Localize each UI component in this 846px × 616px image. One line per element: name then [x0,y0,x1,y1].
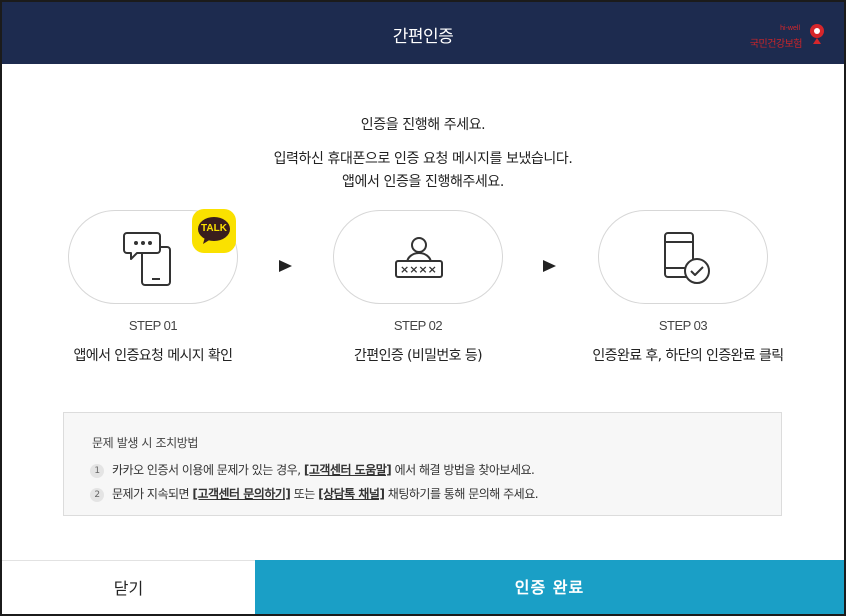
intro-line-3: 앱에서 인증을 진행해주세요. [342,174,504,190]
item-2-middle: 또는 [290,487,319,501]
user-password-icon: ×××× [395,237,443,278]
talk-label: TALK [201,223,227,234]
intro-line-1: 인증을 진행해 주세요. [360,117,486,133]
item-number-badge: 2 [90,488,104,502]
contact-center-link[interactable]: [고객센터 문의하기] [192,487,290,501]
close-button[interactable]: 닫기 [2,560,255,614]
step-1-number: STEP 01 [128,318,178,333]
step-2-number: STEP 02 [393,318,443,333]
logo-subtext: hi-well [780,25,800,32]
item-2-suffix: 채팅하기를 통해 문의해 주세요. [384,487,539,501]
phone-check-icon [664,232,710,284]
troubleshoot-item-1: 1 카카오 인증서 이용에 문제가 있는 경우, [고객센터 도움말] 에서 해결… [90,461,535,478]
chat-channel-link[interactable]: [상담톡 채널] [318,487,385,501]
troubleshoot-title: 문제 발생 시 조치방법 [92,436,199,450]
help-center-link[interactable]: [고객센터 도움말] [304,463,392,477]
step-3-number: STEP 03 [658,318,708,333]
auth-dialog: 간편인증 hi-well 국민건강보험 인증을 진행해 주세요. 입력하신 휴대… [0,0,846,616]
item-2-prefix: 문제가 지속되면 [112,487,193,501]
svg-text:××××: ×××× [400,263,437,276]
item-1-prefix: 카카오 인증서 이용에 문제가 있는 경우, [112,463,304,477]
complete-auth-button[interactable]: 인증 완료 [255,560,844,614]
kakao-talk-badge: TALK [192,209,236,253]
nhis-logo: hi-well 국민건강보험 [750,20,826,50]
step-2-desc: 간편인증 (비밀번호 등) [354,348,483,364]
intro-line-2: 입력하신 휴대폰으로 인증 요청 메시지를 보냈습니다. [273,151,573,167]
troubleshoot-item-2: 2 문제가 지속되면 [고객센터 문의하기] 또는 [상담톡 채널] 채팅하기를 … [90,485,539,502]
dialog-title: 간편인증 [392,27,454,47]
troubleshoot-box: 문제 발생 시 조치방법 1 카카오 인증서 이용에 문제가 있는 경우, [고객… [63,412,782,516]
step-3-card [598,210,768,304]
arrow-right-icon [279,260,292,272]
arrow-right-icon [543,260,556,272]
step-3-desc: 인증완료 후, 하단의 인증완료 클릭 [592,348,784,364]
dialog-header: 간편인증 hi-well 국민건강보험 [2,2,844,64]
step-2-card: ×××× [333,210,503,304]
item-1-suffix: 에서 해결 방법을 찾아보세요. [391,463,535,477]
logo-mark-icon [810,24,824,44]
step-1-desc: 앱에서 인증요청 메시지 확인 [73,348,234,364]
item-number-badge: 1 [90,464,104,478]
logo-text: 국민건강보험 [749,39,803,50]
